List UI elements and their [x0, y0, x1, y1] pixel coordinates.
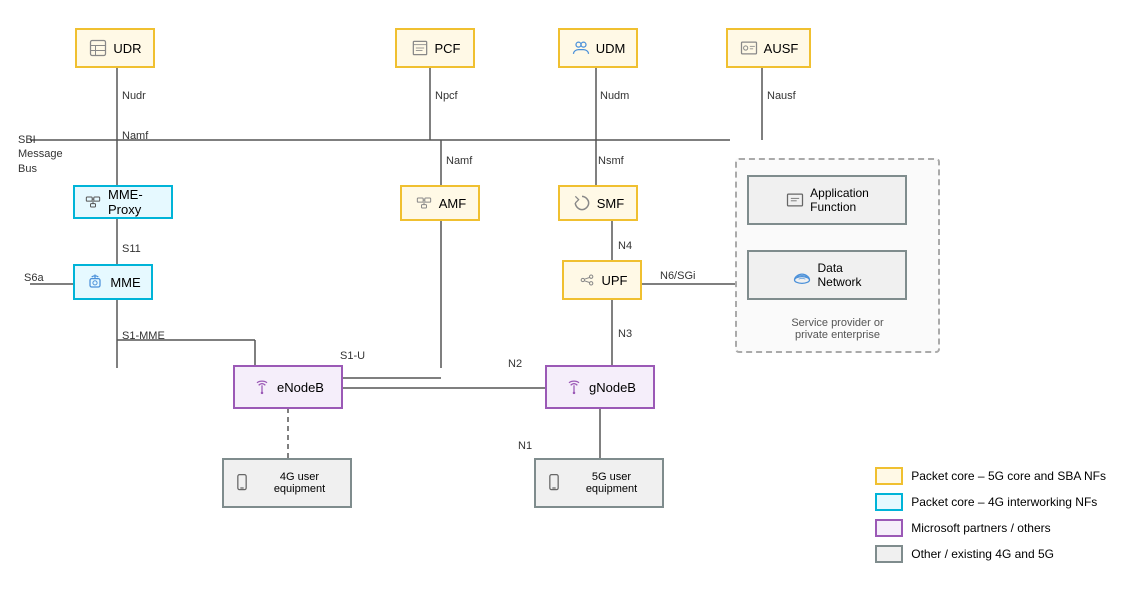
ue5g-node: 5G user equipment: [534, 458, 664, 508]
legend-item-purple: Microsoft partners / others: [875, 519, 1106, 537]
service-provider-label: Service provider orprivate enterprise: [737, 317, 938, 341]
npcf-label: Npcf: [435, 90, 458, 102]
s6a-label: S6a: [24, 272, 44, 284]
n6sgi-label: N6/SGi: [660, 270, 695, 282]
namf1-label: Namf: [122, 130, 148, 142]
udr-icon: [88, 38, 108, 58]
upf-node: UPF: [562, 260, 642, 300]
n2-label: N2: [508, 358, 522, 370]
udm-icon: [571, 38, 591, 58]
upf-icon: [577, 270, 597, 290]
legend-item-yellow: Packet core – 5G core and SBA NFs: [875, 467, 1106, 485]
smf-icon: [572, 193, 592, 213]
nudr-label: Nudr: [122, 90, 146, 102]
mme-node: MME: [73, 264, 153, 300]
namf2-label: Namf: [446, 155, 472, 167]
sbi-label: SBI Message Bus: [18, 133, 78, 176]
legend: Packet core – 5G core and SBA NFs Packet…: [875, 467, 1106, 563]
mme-proxy-label: MME-Proxy: [108, 187, 163, 217]
service-provider-box: ApplicationFunction DataNetwork Service …: [735, 158, 940, 353]
legend-label-gray: Other / existing 4G and 5G: [911, 547, 1054, 561]
diagram-container: UDR PCF UDM AUSF: [0, 0, 1124, 593]
n4-label: N4: [618, 240, 632, 252]
ausf-node: AUSF: [726, 28, 811, 68]
s1mme-label: S1-MME: [122, 330, 165, 342]
gnodeb-icon: [564, 377, 584, 397]
n1-label: N1: [518, 440, 532, 452]
dn-label: DataNetwork: [817, 261, 861, 289]
dn-icon: [792, 265, 812, 285]
enodeb-icon: [252, 377, 272, 397]
af-label: ApplicationFunction: [810, 186, 869, 214]
nsmf-label: Nsmf: [598, 155, 624, 167]
legend-item-cyan: Packet core – 4G interworking NFs: [875, 493, 1106, 511]
enodeb-label: eNodeB: [277, 380, 324, 395]
s1u-label: S1-U: [340, 350, 365, 362]
dn-node: DataNetwork: [747, 250, 907, 300]
mme-proxy-icon: [83, 192, 103, 212]
legend-label-yellow: Packet core – 5G core and SBA NFs: [911, 469, 1106, 483]
udm-node: UDM: [558, 28, 638, 68]
nudm-label: Nudm: [600, 90, 629, 102]
udm-label: UDM: [596, 41, 626, 56]
legend-label-purple: Microsoft partners / others: [911, 521, 1050, 535]
s11-label: S11: [122, 243, 141, 255]
udr-label: UDR: [113, 41, 141, 56]
legend-box-cyan: [875, 493, 903, 511]
n3-label: N3: [618, 328, 632, 340]
amf-node: AMF: [400, 185, 480, 221]
udr-node: UDR: [75, 28, 155, 68]
smf-label: SMF: [597, 196, 624, 211]
legend-item-gray: Other / existing 4G and 5G: [875, 545, 1106, 563]
legend-label-cyan: Packet core – 4G interworking NFs: [911, 495, 1097, 509]
af-icon: [785, 190, 805, 210]
gnodeb-label: gNodeB: [589, 380, 636, 395]
ue4g-label: 4G user equipment: [257, 471, 342, 495]
amf-label: AMF: [439, 196, 466, 211]
mme-proxy-node: MME-Proxy: [73, 185, 173, 219]
pcf-icon: [410, 38, 430, 58]
mme-icon: [85, 272, 105, 292]
ausf-icon: [739, 38, 759, 58]
legend-box-yellow: [875, 467, 903, 485]
amf-icon: [414, 193, 434, 213]
legend-box-gray: [875, 545, 903, 563]
pcf-label: PCF: [435, 41, 461, 56]
af-node: ApplicationFunction: [747, 175, 907, 225]
upf-label: UPF: [602, 273, 628, 288]
ue4g-node: 4G user equipment: [222, 458, 352, 508]
nausf-label: Nausf: [767, 90, 796, 102]
legend-box-purple: [875, 519, 903, 537]
ausf-label: AUSF: [764, 41, 799, 56]
gnodeb-node: gNodeB: [545, 365, 655, 409]
mme-label: MME: [110, 275, 140, 290]
enodeb-node: eNodeB: [233, 365, 343, 409]
pcf-node: PCF: [395, 28, 475, 68]
ue4g-icon: [232, 473, 252, 493]
smf-node: SMF: [558, 185, 638, 221]
ue5g-icon: [544, 473, 564, 493]
ue5g-label: 5G user equipment: [569, 471, 654, 495]
